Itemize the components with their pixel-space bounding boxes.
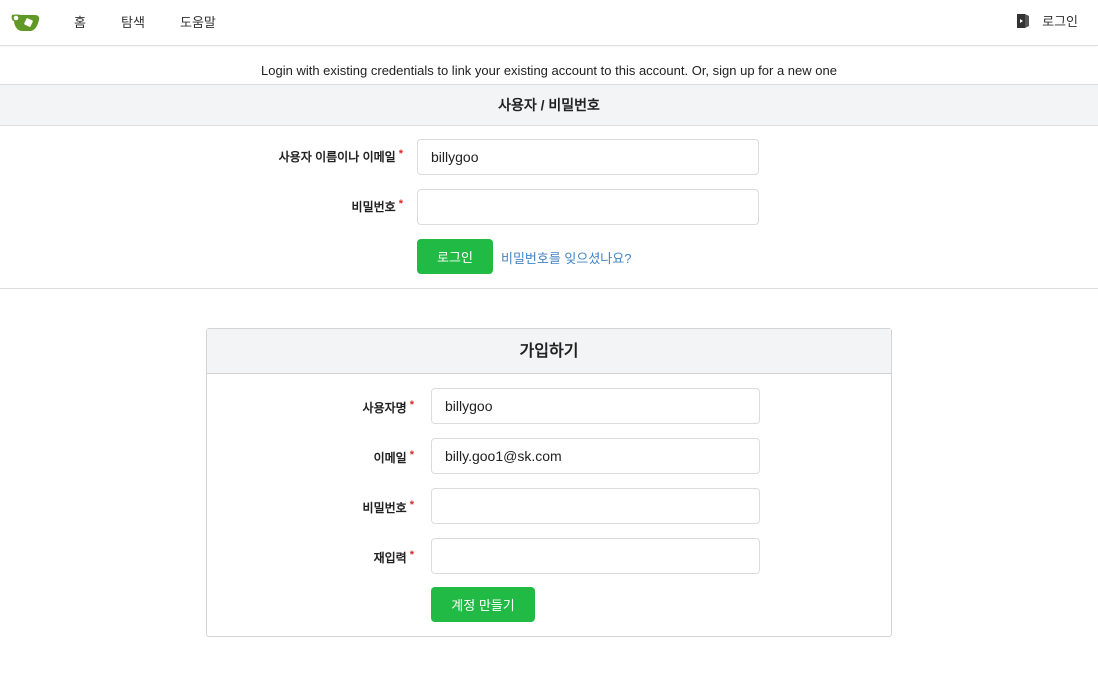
signup-password-input[interactable]: [431, 488, 760, 524]
credentials-divider: [0, 288, 1098, 289]
signup-username-input[interactable]: [431, 388, 760, 424]
nav-home-link[interactable]: 홈: [74, 12, 86, 31]
create-account-button[interactable]: 계정 만들기: [431, 587, 535, 622]
required-mark: *: [398, 198, 403, 210]
login-password-label-text: 비밀번호: [351, 200, 396, 214]
signup-retype-input[interactable]: [431, 538, 760, 574]
link-account-notice: Login with existing credentials to link …: [261, 63, 837, 78]
signup-email-label-text: 이메일: [373, 451, 407, 465]
login-username-input[interactable]: [417, 139, 759, 175]
nav-help-link[interactable]: 도움말: [180, 12, 216, 31]
required-mark: *: [409, 499, 414, 511]
login-password-label: 비밀번호 *: [352, 198, 403, 215]
required-mark: *: [409, 449, 414, 461]
sign-in-icon: [1017, 13, 1030, 28]
signup-password-label-text: 비밀번호: [362, 501, 407, 515]
username-or-email-label-text: 사용자 이름이나 이메일: [278, 150, 396, 164]
required-mark: *: [409, 549, 414, 561]
gitea-logo-icon[interactable]: [11, 11, 41, 33]
username-or-email-label: 사용자 이름이나 이메일 *: [279, 148, 403, 165]
signin-label: 로그인: [1042, 14, 1078, 29]
required-mark: *: [398, 148, 403, 160]
signup-username-label-text: 사용자명: [362, 401, 407, 415]
signup-retype-label-text: 재입력: [373, 551, 407, 565]
login-button[interactable]: 로그인: [417, 239, 493, 274]
forgot-password-link[interactable]: 비밀번호를 잊으셨나요?: [501, 248, 631, 267]
signup-password-label: 비밀번호 *: [363, 499, 414, 516]
signup-header: 가입하기: [207, 329, 891, 374]
nav-explore-link[interactable]: 탐색: [121, 12, 145, 31]
signup-card: 가입하기 사용자명* 이메일* 비밀번호* 재입력* 계정 만들기: [206, 328, 892, 637]
required-mark: *: [409, 399, 414, 411]
signin-link[interactable]: 로그인: [1016, 11, 1078, 30]
signup-retype-label: 재입력 *: [374, 549, 414, 566]
top-navbar: 홈 탐색 도움말 로그인: [0, 0, 1098, 46]
credentials-header: 사용자 / 비밀번호: [0, 84, 1098, 126]
signup-username-label: 사용자명 *: [363, 399, 414, 416]
signup-email-input[interactable]: [431, 438, 760, 474]
signup-email-label: 이메일 *: [374, 449, 414, 466]
login-password-input[interactable]: [417, 189, 759, 225]
